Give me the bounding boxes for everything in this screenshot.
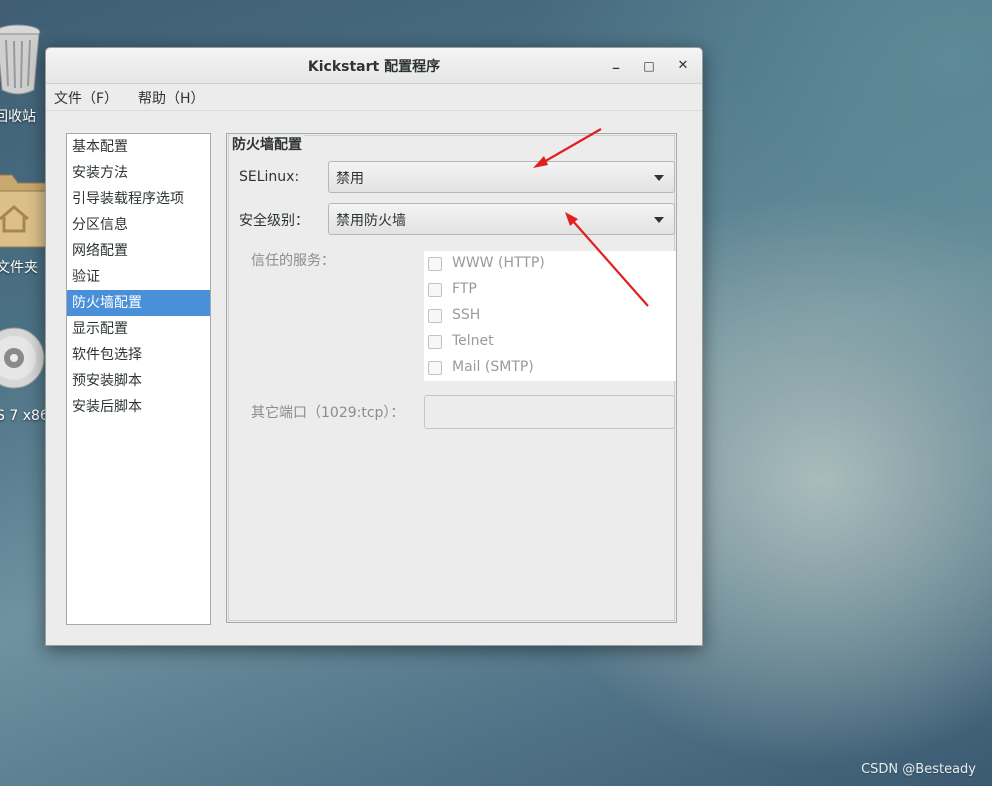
- watermark-text: CSDN @Besteady: [861, 762, 976, 777]
- arrow-to-selinux: [533, 128, 602, 168]
- arrow-to-security-level: [565, 212, 649, 307]
- annotation-arrows: [533, 128, 649, 307]
